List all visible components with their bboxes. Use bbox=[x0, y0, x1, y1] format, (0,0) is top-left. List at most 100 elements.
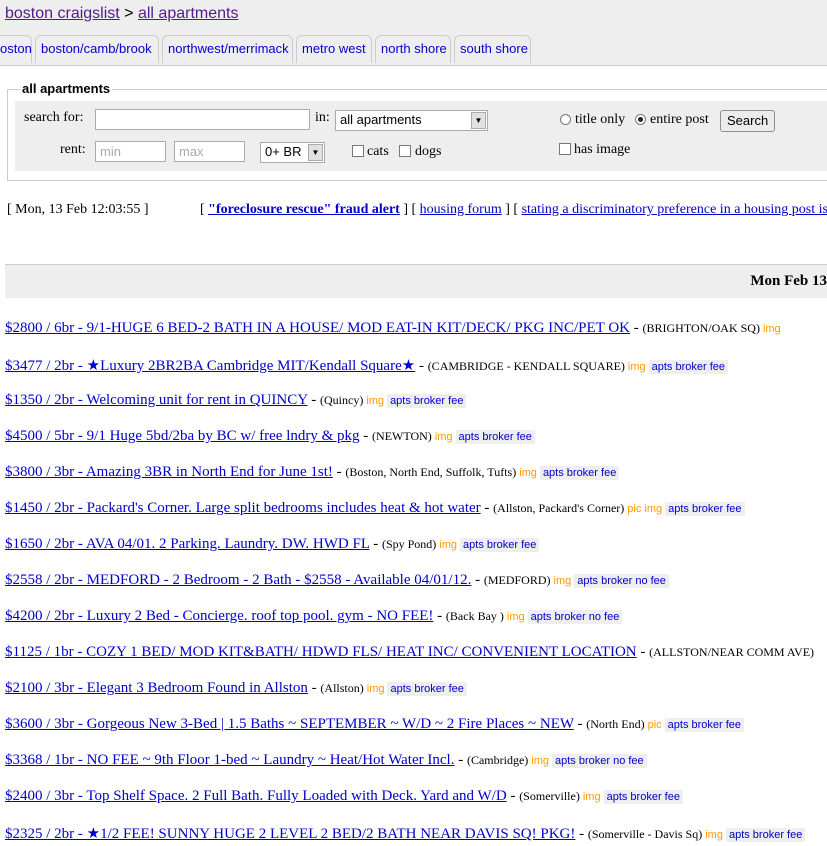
rent-label: rent: bbox=[60, 142, 86, 157]
listing-category-link[interactable]: apts broker fee bbox=[664, 718, 745, 732]
listing-image-tag: img bbox=[366, 683, 385, 695]
fraud-alert-link[interactable]: "foreclosure rescue" fraud alert bbox=[208, 202, 400, 217]
listing-separator: - bbox=[307, 680, 321, 696]
listing-separator: - bbox=[506, 788, 520, 804]
listing-row: $1450 / 2br - Packard's Corner. Large sp… bbox=[5, 500, 745, 522]
listing-title-link[interactable]: $3477 / 2br - ★Luxury 2BR2BA Cambridge M… bbox=[5, 358, 415, 374]
listing-title-link[interactable]: $2800 / 6br - 9/1-HUGE 6 BED-2 BATH IN A… bbox=[5, 320, 630, 336]
tab-north-shore[interactable]: north shore bbox=[375, 35, 451, 63]
tab-boston[interactable]: oston bbox=[0, 35, 32, 63]
listing-location: (NEWTON) bbox=[372, 429, 432, 443]
listing-row: $4200 / 2br - Luxury 2 Bed - Concierge. … bbox=[5, 608, 623, 630]
current-date: [ Mon, 13 Feb 12:03:55 ] bbox=[7, 202, 149, 217]
listing-category-link[interactable]: apts broker fee bbox=[455, 430, 535, 444]
listing-title-link[interactable]: $1450 / 2br - Packard's Corner. Large sp… bbox=[5, 500, 481, 516]
listing-location: (Allston, Packard's Corner) bbox=[493, 501, 625, 515]
listing-separator: - bbox=[454, 752, 467, 768]
listing-title-link[interactable]: $4200 / 2br - Luxury 2 Bed - Concierge. … bbox=[5, 608, 433, 624]
listing-category-link[interactable]: apts broker fee bbox=[460, 538, 540, 552]
title-only-radio[interactable] bbox=[560, 114, 571, 125]
listing-category-link[interactable]: apts broker no fee bbox=[574, 574, 669, 588]
listing-category-link[interactable]: apts broker fee bbox=[725, 828, 806, 842]
category-select[interactable]: all apartments ▼ bbox=[335, 110, 488, 131]
listing-location: (North End) bbox=[586, 717, 645, 731]
discrimination-link[interactable]: stating a discriminatory preference in a… bbox=[522, 202, 827, 217]
listing-title-link[interactable]: $3800 / 3br - Amazing 3BR in North End f… bbox=[5, 464, 333, 480]
listing-location: (Somerville - Davis Sq) bbox=[587, 827, 703, 841]
listing-title-link[interactable]: $2558 / 2br - MEDFORD - 2 Bedroom - 2 Ba… bbox=[5, 572, 471, 588]
listing-title-link[interactable]: $3600 / 3br - Gorgeous New 3-Bed | 1.5 B… bbox=[5, 716, 574, 732]
tab-boston-camb-brook[interactable]: boston/camb/brook bbox=[35, 35, 159, 63]
listing-separator: - bbox=[369, 536, 382, 552]
listing-separator: - bbox=[630, 320, 643, 336]
entire-post-radio[interactable] bbox=[635, 114, 646, 125]
rent-min-input[interactable] bbox=[95, 141, 166, 162]
has-image-checkbox[interactable] bbox=[559, 143, 571, 155]
listing-separator: - bbox=[471, 572, 484, 588]
listing-location: (Quincy) bbox=[320, 393, 364, 407]
listing-title-link[interactable]: $3368 / 1br - NO FEE ~ 9th Floor 1-bed ~… bbox=[5, 752, 454, 768]
tab-northwest-merrimack[interactable]: northwest/merrimack bbox=[162, 35, 293, 63]
search-button[interactable]: Search bbox=[720, 110, 776, 132]
cats-checkbox[interactable] bbox=[352, 145, 364, 157]
housing-forum-link[interactable]: housing forum bbox=[420, 202, 502, 217]
listing-title-link[interactable]: $2100 / 3br - Elegant 3 Bedroom Found in… bbox=[5, 680, 308, 696]
listing-image-tag: pic bbox=[647, 719, 662, 731]
tab-south-shore[interactable]: south shore bbox=[454, 35, 531, 63]
listing-row: $2400 / 3br - Top Shelf Space. 2 Full Ba… bbox=[5, 788, 683, 810]
listing-title-link[interactable]: $1125 / 1br - COZY 1 BED/ MOD KIT&BATH/ … bbox=[5, 644, 637, 660]
listing-separator: - bbox=[359, 428, 373, 444]
listing-location: (CAMBRIDGE - KENDALL SQUARE) bbox=[427, 359, 625, 373]
rent-max-input[interactable] bbox=[174, 141, 245, 162]
listing-image-tag: pic img bbox=[627, 503, 663, 515]
listing-separator: - bbox=[573, 716, 587, 732]
listing-separator: - bbox=[480, 500, 494, 516]
listing-location: (Allston) bbox=[320, 681, 364, 695]
listing-image-tag: img bbox=[434, 431, 453, 443]
listing-title-link[interactable]: $4500 / 5br - 9/1 Huge 5bd/2ba by BC w/ … bbox=[5, 428, 360, 444]
in-label: in: bbox=[315, 110, 330, 125]
listing-category-link[interactable]: apts broker no fee bbox=[527, 610, 623, 624]
listing-category-link[interactable]: apts broker fee bbox=[665, 502, 745, 516]
listing-row: $2800 / 6br - 9/1-HUGE 6 BED-2 BATH IN A… bbox=[5, 320, 781, 342]
listing-title-link[interactable]: $2400 / 3br - Top Shelf Space. 2 Full Ba… bbox=[5, 788, 507, 804]
listing-category-link[interactable]: apts broker fee bbox=[603, 790, 683, 804]
search-legend: all apartments bbox=[20, 81, 113, 96]
listing-image-tag: img bbox=[582, 791, 601, 803]
listing-category-link[interactable]: apts broker fee bbox=[539, 466, 620, 480]
listing-image-tag: img bbox=[439, 539, 458, 551]
listing-category-link[interactable]: apts broker fee bbox=[648, 360, 729, 374]
listing-image-tag: img bbox=[519, 467, 537, 479]
listing-row: $1650 / 2br - AVA 04/01. 2 Parking. Laun… bbox=[5, 536, 540, 558]
bedrooms-select-value: 0+ BR bbox=[265, 144, 302, 159]
breadcrumb-section-link[interactable]: all apartments bbox=[138, 5, 239, 22]
breadcrumb-site-link[interactable]: boston craigslist bbox=[5, 5, 120, 22]
day-header: Mon Feb 13 bbox=[5, 264, 827, 298]
tab-divider bbox=[0, 65, 827, 66]
dogs-checkbox[interactable] bbox=[399, 145, 411, 157]
bedrooms-select[interactable]: 0+ BR ▼ bbox=[260, 142, 325, 163]
listing-location: (BRIGHTON/OAK SQ) bbox=[642, 321, 760, 335]
info-links: [ "foreclosure rescue" fraud alert ] [ h… bbox=[200, 202, 827, 218]
listing-separator: - bbox=[415, 358, 428, 374]
tab-metro-west[interactable]: metro west bbox=[296, 35, 372, 63]
chevron-down-icon: ▼ bbox=[471, 112, 486, 129]
listing-row: $4500 / 5br - 9/1 Huge 5bd/2ba by BC w/ … bbox=[5, 428, 535, 450]
search-for-label: search for: bbox=[24, 110, 84, 125]
listing-title-link[interactable]: $1350 / 2br - Welcoming unit for rent in… bbox=[5, 392, 308, 408]
listing-row: $2100 / 3br - Elegant 3 Bedroom Found in… bbox=[5, 680, 467, 702]
listing-location: (Spy Pond) bbox=[381, 537, 437, 551]
listing-separator: - bbox=[575, 826, 588, 842]
listing-category-link[interactable]: apts broker no fee bbox=[552, 754, 647, 768]
listing-category-link[interactable]: apts broker fee bbox=[387, 682, 467, 696]
listing-title-link[interactable]: $1650 / 2br - AVA 04/01. 2 Parking. Laun… bbox=[5, 536, 369, 552]
bracket: ] [ bbox=[399, 202, 420, 217]
day-header-date: Mon Feb 13 bbox=[750, 273, 827, 289]
search-input[interactable] bbox=[95, 109, 310, 130]
listing-title-link[interactable]: $2325 / 2br - ★1/2 FEE! SUNNY HUGE 2 LEV… bbox=[5, 826, 575, 842]
listing-category-link[interactable]: apts broker fee bbox=[387, 394, 467, 408]
listing-image-tag: img bbox=[553, 575, 572, 587]
listing-row: $3600 / 3br - Gorgeous New 3-Bed | 1.5 B… bbox=[5, 716, 745, 738]
dogs-label: dogs bbox=[415, 144, 442, 159]
listing-separator: - bbox=[433, 608, 446, 624]
